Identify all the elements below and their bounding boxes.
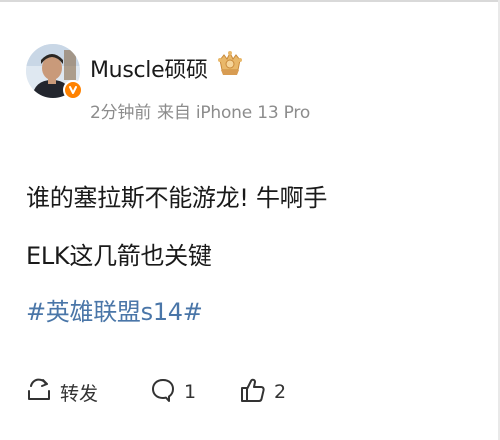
post-source[interactable]: 来自 iPhone 13 Pro	[157, 103, 310, 123]
post-meta: 2分钟前 来自 iPhone 13 Pro	[90, 98, 310, 123]
avatar[interactable]	[26, 44, 83, 100]
like-button[interactable]: 2	[238, 374, 286, 410]
verified-badge-icon	[63, 80, 83, 100]
repost-button[interactable]: 转发	[24, 374, 98, 410]
post-time: 2分钟前	[90, 103, 152, 123]
comment-button[interactable]: 1	[148, 374, 196, 410]
comment-count: 1	[184, 381, 197, 403]
thumbs-up-icon	[238, 375, 268, 409]
post-text-line: 谁的塞拉斯不能游龙! 牛啊手	[26, 184, 328, 212]
repost-label: 转发	[60, 382, 99, 405]
comment-icon	[148, 375, 178, 409]
vip-crown-badge-icon[interactable]	[214, 50, 246, 80]
like-count: 2	[274, 381, 287, 403]
author-name[interactable]: Muscle硕硕	[90, 52, 208, 84]
hashtag-link[interactable]: #英雄联盟s14#	[26, 292, 203, 327]
post-text-line: ELK这几箭也关键	[26, 242, 212, 270]
top-divider	[0, 0, 500, 2]
repost-icon	[24, 375, 54, 409]
action-bar: 转发 1 2	[24, 374, 484, 410]
